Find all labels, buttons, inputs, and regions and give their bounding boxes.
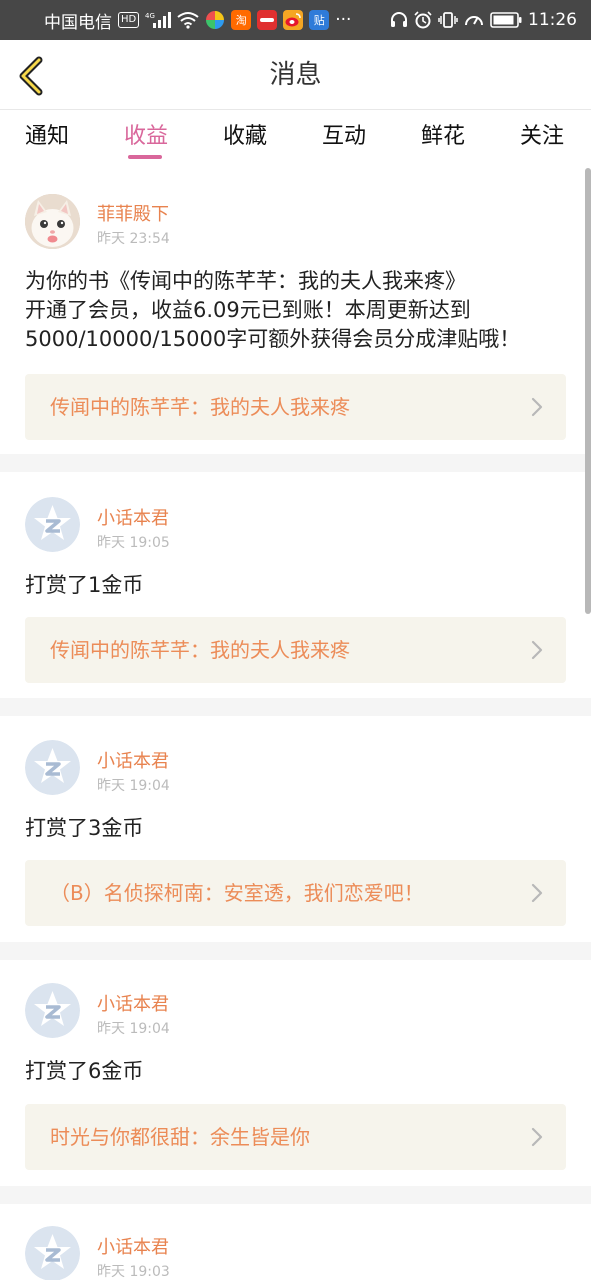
message-line: 打赏了6金币 [25, 1059, 144, 1083]
sender-name[interactable]: 菲菲殿下 [97, 200, 169, 226]
message-line: 开通了会员，收益6.09元已到账！本周更新达到 [25, 298, 471, 322]
vibrate-icon [438, 9, 458, 31]
user-avatar[interactable] [25, 1226, 80, 1280]
user-avatar[interactable] [25, 740, 80, 795]
network-type-label: 4G [145, 12, 155, 20]
scrollbar[interactable] [585, 168, 591, 614]
book-title: 传闻中的陈芊芊：我的夫人我来疼 [50, 395, 350, 419]
message-list[interactable]: 菲菲殿下 昨天 23:54 为你的书《传闻中的陈芊芊：我的夫人我来疼》 开通了会… [0, 167, 591, 1280]
more-notifications-icon: ··· [335, 10, 352, 30]
message-time: 昨天 19:03 [97, 1264, 170, 1280]
message-time: 昨天 23:54 [97, 231, 170, 247]
battery-icon [490, 9, 522, 31]
sender-name[interactable]: 小话本君 [97, 990, 169, 1016]
back-button[interactable] [14, 56, 48, 96]
message-card: 小话本君 昨天 19:04 打赏了6金币 时光与你都很甜：余生皆是你 [0, 960, 591, 1186]
message-time: 昨天 19:05 [97, 535, 170, 551]
sender-name[interactable]: 小话本君 [97, 1233, 169, 1259]
sender-name[interactable]: 小话本君 [97, 504, 169, 530]
message-line: 打赏了3金币 [25, 816, 144, 840]
hd-icon: HD [118, 12, 140, 28]
cat-photo-avatar [25, 194, 80, 249]
book-link[interactable]: 时光与你都很甜：余生皆是你 [25, 1104, 566, 1170]
pinwheel-app-icon [205, 9, 225, 31]
page-title: 消息 [269, 60, 322, 90]
message-card: 小话本君 昨天 19:04 打赏了3金币 （B）名侦探柯南：安室透，我们恋爱吧！ [0, 716, 591, 942]
default-z-avatar [25, 983, 80, 1038]
tab-interactions[interactable]: 互动 [304, 111, 384, 167]
cellular-signal-icon: 4G [145, 9, 172, 31]
tab-notifications[interactable]: 通知 [7, 111, 87, 167]
book-title: 传闻中的陈芊芊：我的夫人我来疼 [50, 638, 350, 662]
wifi-icon [177, 9, 199, 31]
chevron-right-icon [531, 1127, 543, 1147]
weibo-app-icon [283, 10, 304, 30]
book-link[interactable]: 传闻中的陈芊芊：我的夫人我来疼 [25, 374, 566, 440]
active-tab-indicator [128, 155, 162, 159]
user-avatar[interactable] [25, 497, 80, 552]
default-z-avatar [25, 740, 80, 795]
message-time: 昨天 19:04 [97, 1021, 170, 1037]
default-z-avatar [25, 1226, 80, 1280]
tab-favorites[interactable]: 收藏 [205, 111, 285, 167]
user-avatar[interactable] [25, 194, 80, 249]
sender-name[interactable]: 小话本君 [97, 747, 169, 773]
headphones-icon [390, 9, 408, 31]
navigation-header: 消息 [0, 40, 591, 110]
message-card: 小话本君 昨天 19:03 [0, 1204, 591, 1280]
tab-bar: 通知 收益 收藏 互动 鲜花 关注 [0, 111, 591, 167]
message-time: 昨天 19:04 [97, 778, 170, 794]
book-title: （B）名侦探柯南：安室透，我们恋爱吧！ [50, 881, 424, 905]
message-text: 打赏了1金币 [25, 571, 570, 600]
message-text: 打赏了3金币 [25, 814, 570, 843]
message-text: 打赏了6金币 [25, 1057, 570, 1086]
chevron-right-icon [531, 883, 543, 903]
carrier-label: 中国电信 [44, 12, 112, 33]
default-z-avatar [25, 497, 80, 552]
book-title: 时光与你都很甜：余生皆是你 [50, 1125, 310, 1149]
user-avatar[interactable] [25, 983, 80, 1038]
message-line: 为你的书《传闻中的陈芊芊：我的夫人我来疼》 [25, 269, 466, 293]
red-app-icon [257, 10, 278, 30]
alarm-icon [414, 9, 432, 31]
message-card: 菲菲殿下 昨天 23:54 为你的书《传闻中的陈芊芊：我的夫人我来疼》 开通了会… [0, 167, 591, 454]
message-line: 5000/10000/15000字可额外获得会员分成津贴哦！ [25, 327, 521, 351]
chevron-left-icon [19, 56, 43, 96]
chevron-right-icon [531, 640, 543, 660]
tieba-app-icon: 贴 [309, 10, 330, 30]
tab-following[interactable]: 关注 [502, 111, 582, 167]
message-line: 打赏了1金币 [25, 573, 144, 597]
chevron-right-icon [531, 397, 543, 417]
message-card: 小话本君 昨天 19:05 打赏了1金币 传闻中的陈芊芊：我的夫人我来疼 [0, 472, 591, 698]
book-link[interactable]: 传闻中的陈芊芊：我的夫人我来疼 [25, 617, 566, 683]
book-link[interactable]: （B）名侦探柯南：安室透，我们恋爱吧！ [25, 860, 566, 926]
speedometer-icon [464, 9, 484, 31]
tab-flowers[interactable]: 鲜花 [403, 111, 483, 167]
taobao-app-icon: 淘 [231, 10, 252, 30]
message-text: 为你的书《传闻中的陈芊芊：我的夫人我来疼》 开通了会员，收益6.09元已到账！本… [25, 267, 570, 354]
clock-time: 11:26 [528, 10, 577, 30]
status-bar: 中国电信 HD 4G 淘 贴 ··· 11:26 [0, 0, 591, 40]
